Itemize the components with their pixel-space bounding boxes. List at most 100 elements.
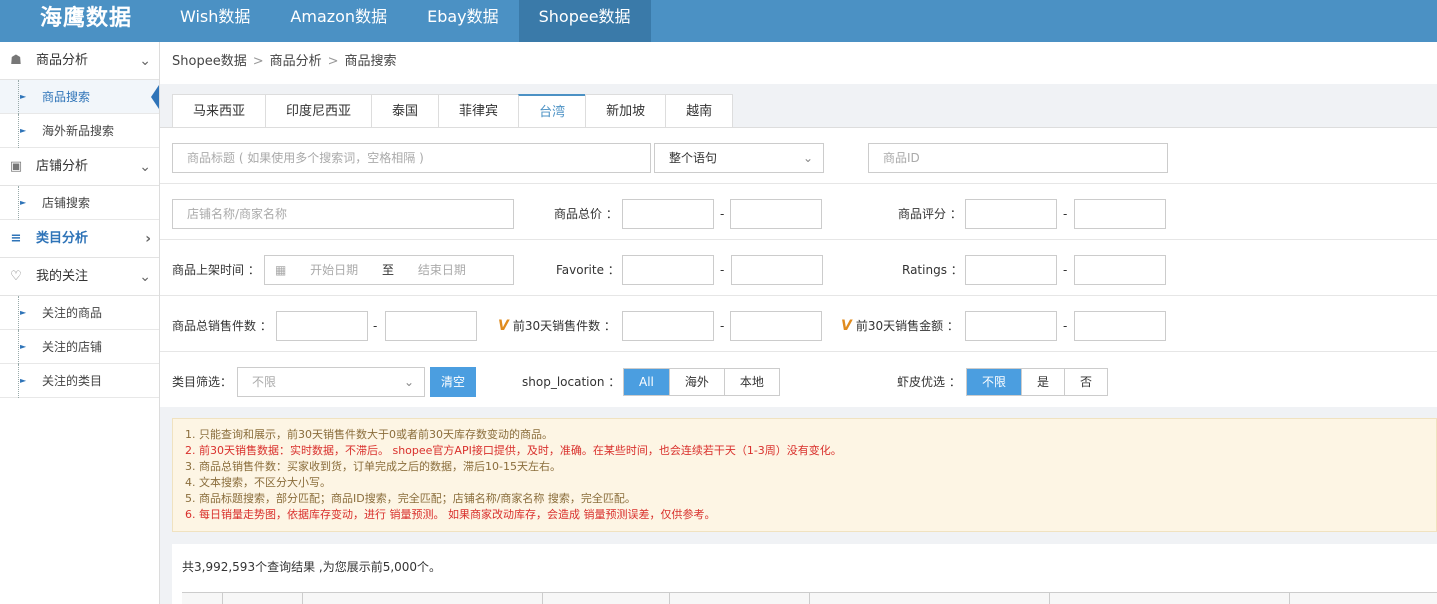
country-tabs: 马来西亚 印度尼西亚 泰国 菲律宾 台湾 新加坡 越南 xyxy=(172,94,734,128)
ratings-min-input[interactable] xyxy=(965,255,1057,285)
sidebar-item-followed-products[interactable]: ► 关注的商品 xyxy=(0,296,159,330)
table-col-divider xyxy=(222,593,223,604)
bullet-icon: ► xyxy=(20,376,27,385)
sidebar-item-label: 店铺搜索 xyxy=(42,196,91,210)
vip-icon: V xyxy=(498,318,509,334)
brand-logo[interactable]: 海鹰数据 xyxy=(40,0,132,42)
bag-icon: ☗ xyxy=(10,53,22,68)
category-value: 不限 xyxy=(252,375,277,389)
sidebar-group-my-follow[interactable]: ♡ 我的关注 ⌄ xyxy=(0,258,159,296)
table-col-divider xyxy=(1289,593,1290,604)
filter-row-sales: 商品总销售件数 ： - V 前30天销售件数 ： - V 前30天销售金额 ： - xyxy=(160,296,1437,352)
tab-indonesia[interactable]: 印度尼西亚 xyxy=(265,94,372,128)
total-sold-max-input[interactable] xyxy=(385,311,477,341)
title-search-input[interactable]: 商品标题 ( 如果使用多个搜索词，空格相隔 ) xyxy=(172,143,651,173)
preferred-yes[interactable]: 是 xyxy=(1022,369,1066,395)
sidebar-item-product-search[interactable]: ► 商品搜索 xyxy=(0,80,159,114)
amount-30d-max-input[interactable] xyxy=(1074,311,1166,341)
nav-shopee[interactable]: Shopee数据 xyxy=(518,0,651,42)
range-dash: - xyxy=(720,207,725,221)
total-sold-min-input[interactable] xyxy=(276,311,368,341)
filter-row-title: 商品标题 ( 如果使用多个搜索词，空格相隔 ) 整个语句 ⌄ 商品ID xyxy=(160,128,1437,184)
date-to-label: 至 xyxy=(382,263,395,277)
favorite-label: Favorite ： xyxy=(556,263,620,277)
total-price-label: 商品总价 ： xyxy=(554,207,618,221)
sold-30d-label: V 前30天销售件数 ： xyxy=(498,311,616,341)
favorite-max-input[interactable] xyxy=(731,255,823,285)
nav-ebay[interactable]: Ebay数据 xyxy=(407,0,519,42)
bullet-icon: ► xyxy=(20,126,27,135)
sidebar-group-product-analysis[interactable]: ☗ 商品分析 ⌄ xyxy=(0,42,159,80)
price-min-input[interactable] xyxy=(622,199,714,229)
results-summary: 共3,992,593个查询结果 ,为您展示前5,000个。 xyxy=(182,560,442,574)
tab-taiwan[interactable]: 台湾 xyxy=(518,94,586,128)
notice-line: 1. 只能查询和展示，前30天销售件数大于0或者前30天库存数变动的商品。 xyxy=(185,428,553,441)
sidebar-group-shop-analysis[interactable]: ▣ 店铺分析 ⌄ xyxy=(0,148,159,186)
date-range-picker[interactable]: ▦ 开始日期 至 结束日期 xyxy=(264,255,514,285)
range-dash: - xyxy=(720,319,725,333)
sidebar-item-label: 关注的店铺 xyxy=(42,340,103,354)
chevron-down-icon: ⌄ xyxy=(139,53,151,69)
favorite-min-input[interactable] xyxy=(622,255,714,285)
rating-max-input[interactable] xyxy=(1074,199,1166,229)
sidebar-item-shop-search[interactable]: ► 店铺搜索 xyxy=(0,186,159,220)
sidebar-item-label: 商品搜索 xyxy=(42,90,91,104)
results-table-header xyxy=(182,592,1437,604)
ratings-label: Ratings ： xyxy=(902,263,963,277)
sold-30d-min-input[interactable] xyxy=(622,311,714,341)
shop-name-input[interactable]: 店铺名称/商家名称 xyxy=(172,199,514,229)
shop-location-local[interactable]: 本地 xyxy=(724,369,779,395)
list-icon: ≡ xyxy=(10,231,22,246)
sold-30d-max-input[interactable] xyxy=(730,311,822,341)
sidebar-group-category-analysis[interactable]: ≡ 类目分析 › xyxy=(0,220,159,258)
calendar-icon: ▦ xyxy=(275,263,287,277)
match-mode-select[interactable]: 整个语句 ⌄ xyxy=(654,143,824,173)
sidebar-group-label: 商品分析 xyxy=(36,53,89,68)
notice-line: 3. 商品总销售件数：买家收到货，订单完成之后的数据，滞后10-15天左右。 xyxy=(185,460,561,473)
range-dash: - xyxy=(373,319,378,333)
sidebar-item-followed-shops[interactable]: ► 关注的店铺 xyxy=(0,330,159,364)
tab-singapore[interactable]: 新加坡 xyxy=(585,94,666,128)
ratings-max-input[interactable] xyxy=(1074,255,1166,285)
table-col-divider xyxy=(302,593,303,604)
shop-location-overseas[interactable]: 海外 xyxy=(669,369,725,395)
breadcrumb-item[interactable]: 商品分析 xyxy=(270,54,322,69)
heart-icon: ♡ xyxy=(10,269,22,284)
bullet-icon: ► xyxy=(20,198,27,207)
top-bar: 海鹰数据 Wish数据 Amazon数据 Ebay数据 Shopee数据 xyxy=(0,0,1437,42)
preferred-any[interactable]: 不限 xyxy=(967,369,1023,395)
tab-vietnam[interactable]: 越南 xyxy=(665,94,734,128)
preferred-no[interactable]: 否 xyxy=(1065,369,1108,395)
end-date-input[interactable]: 结束日期 xyxy=(418,263,466,277)
sidebar: ☗ 商品分析 ⌄ ► 商品搜索 ► 海外新品搜索 ▣ 店铺分析 ⌄ ► 店铺搜索… xyxy=(0,42,160,604)
rating-min-input[interactable] xyxy=(965,199,1057,229)
shop-icon: ▣ xyxy=(9,159,23,174)
sidebar-item-overseas-new-search[interactable]: ► 海外新品搜索 xyxy=(0,114,159,148)
amount-30d-min-input[interactable] xyxy=(965,311,1057,341)
listing-time-label: 商品上架时间 ： xyxy=(172,263,260,277)
filter-row-shop: 店铺名称/商家名称 商品总价 ： - 商品评分 ： - xyxy=(160,184,1437,240)
product-id-input[interactable]: 商品ID xyxy=(868,143,1168,173)
price-max-input[interactable] xyxy=(730,199,822,229)
tab-malaysia[interactable]: 马来西亚 xyxy=(172,94,266,128)
amount-30d-label-text: 前30天销售金额 ： xyxy=(855,319,959,333)
vip-icon: V xyxy=(841,318,852,334)
chevron-down-icon: ⌄ xyxy=(802,151,813,165)
start-date-input[interactable]: 开始日期 xyxy=(310,263,358,277)
shop-location-all[interactable]: All xyxy=(624,369,670,395)
sidebar-item-followed-categories[interactable]: ► 关注的类目 xyxy=(0,364,159,398)
chevron-right-icon: > xyxy=(327,54,339,69)
tab-philippines[interactable]: 菲律宾 xyxy=(438,94,519,128)
breadcrumb-item[interactable]: Shopee数据 xyxy=(172,54,247,69)
nav-amazon[interactable]: Amazon数据 xyxy=(270,0,407,42)
tab-thailand[interactable]: 泰国 xyxy=(371,94,439,128)
notice-line: 6. 每日销量走势图，依据库存变动，进行 销量预测。 如果商家改动库存，会造成 … xyxy=(185,508,716,521)
nav-wish[interactable]: Wish数据 xyxy=(160,0,270,42)
range-dash: - xyxy=(1063,207,1068,221)
chevron-down-icon: ⌄ xyxy=(139,159,151,175)
amount-30d-label: V 前30天销售金额 ： xyxy=(841,311,959,341)
range-dash: - xyxy=(1063,263,1068,277)
category-select[interactable]: 不限 ⌄ xyxy=(237,367,425,397)
chevron-down-icon: ⌄ xyxy=(139,269,151,285)
clear-button[interactable]: 清空 xyxy=(430,367,476,397)
